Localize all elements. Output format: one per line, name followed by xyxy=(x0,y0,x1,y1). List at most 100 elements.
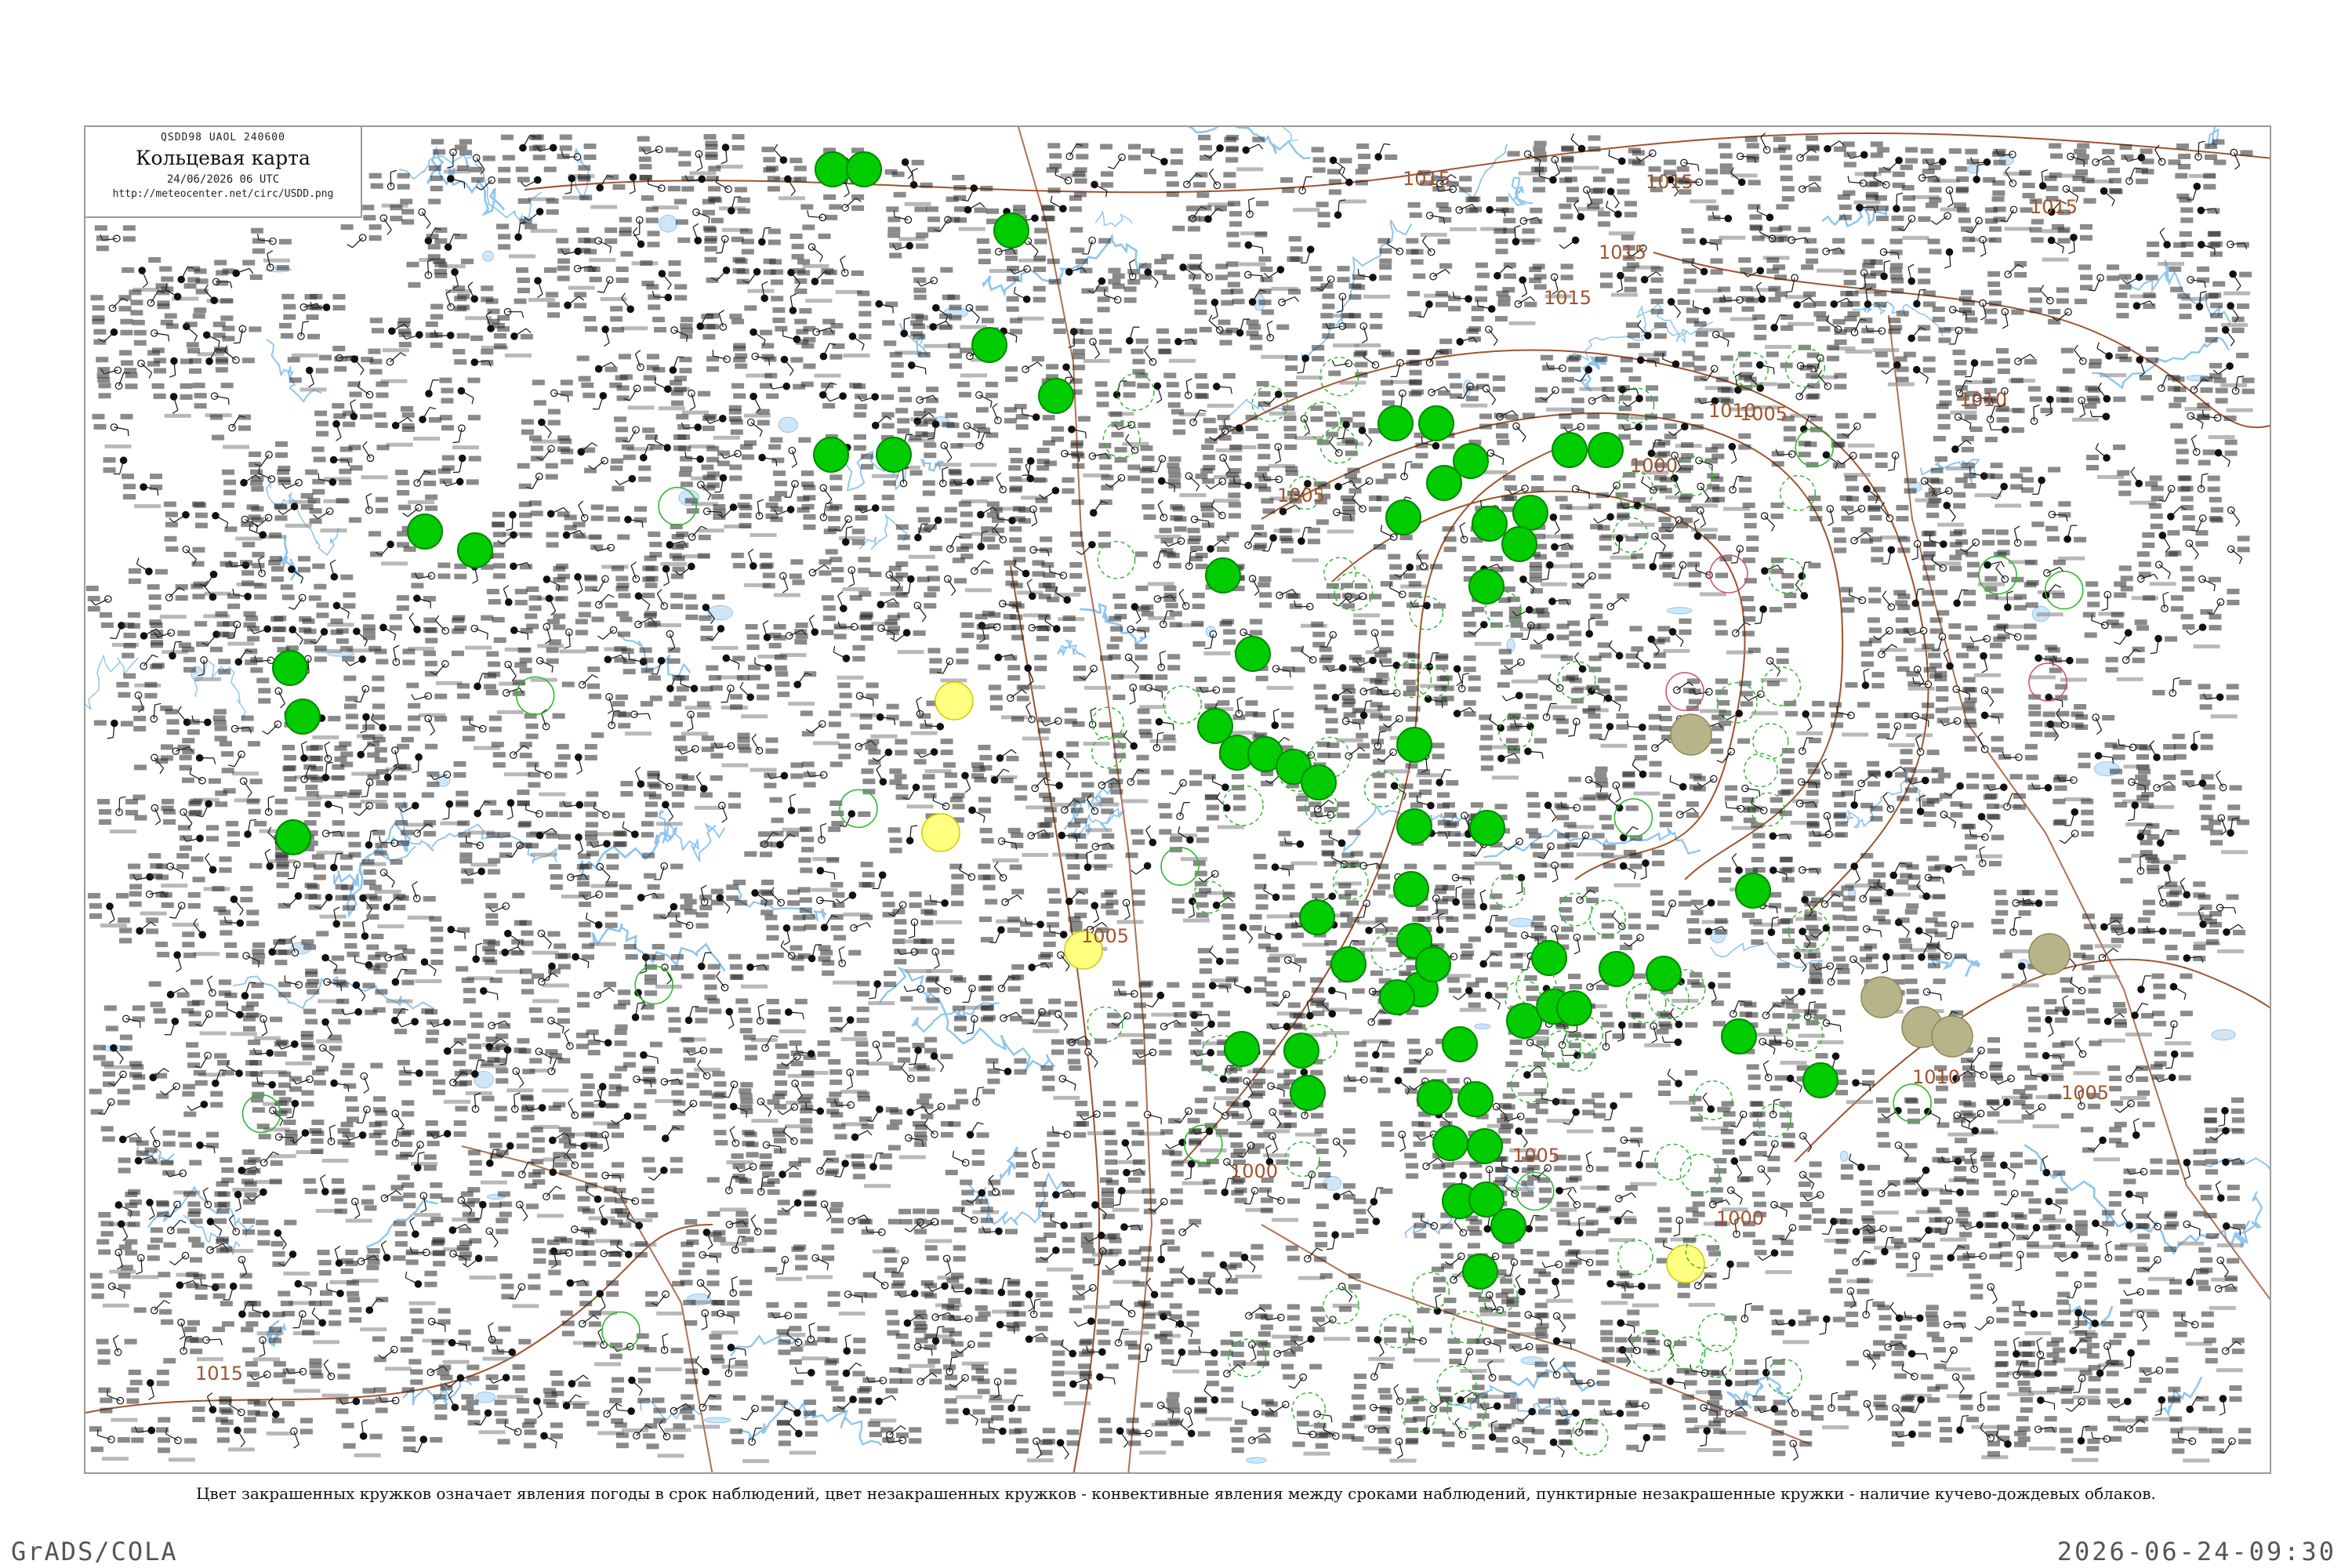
station-plot xyxy=(884,619,926,655)
station-plot xyxy=(1876,909,1918,938)
wind-barb-icon xyxy=(615,1116,628,1125)
station-plot xyxy=(2028,684,2068,710)
station-plot xyxy=(948,1121,989,1139)
cloud-cover-icon xyxy=(1053,625,1061,633)
station-plot xyxy=(241,521,282,548)
station-plot xyxy=(1501,207,1543,242)
cloud-cover-icon xyxy=(995,248,1003,256)
wind-barb-icon xyxy=(1618,538,1621,553)
station-plot xyxy=(1837,194,1878,220)
cloud-cover-icon xyxy=(1735,866,1743,874)
wind-barb-icon xyxy=(750,1218,759,1232)
cloud-cover-icon xyxy=(2131,1011,2139,1019)
station-plot xyxy=(775,325,816,343)
station-plot xyxy=(304,294,346,321)
station-plot xyxy=(362,1185,404,1211)
station-plot xyxy=(496,221,538,259)
wind-barb-icon xyxy=(1995,568,2005,580)
cloud-cover-icon xyxy=(1427,801,1435,810)
station-plot xyxy=(837,682,879,717)
station-plot xyxy=(1356,143,1398,170)
cloud-cover-icon xyxy=(1329,156,1338,165)
cloud-cover-icon xyxy=(2078,1050,2087,1058)
station-plot xyxy=(1353,1187,1393,1214)
wind-barb-icon xyxy=(2064,833,2076,844)
wind-barb-icon xyxy=(325,1022,333,1035)
cloud-cover-icon xyxy=(1521,485,1529,492)
station-plot xyxy=(1995,525,2037,564)
station-plot xyxy=(1876,1131,1918,1161)
station-plot xyxy=(1033,1236,1075,1272)
station-plot xyxy=(1954,528,1995,555)
station-plot xyxy=(1226,472,1268,499)
cloud-cover-icon xyxy=(1004,1067,1012,1076)
cloud-cover-icon xyxy=(724,185,732,194)
station-plot xyxy=(220,315,262,344)
station-plot xyxy=(919,1093,960,1120)
cloud-cover-icon xyxy=(1149,838,1157,847)
cloud-cover-icon xyxy=(625,1250,633,1258)
cloud-cover-icon xyxy=(658,184,666,192)
cloud-cover-icon xyxy=(1275,932,1283,941)
station-plot xyxy=(2081,1127,2122,1162)
station-plot xyxy=(578,593,618,618)
station-plot xyxy=(1380,1121,1406,1152)
cloud-cover-icon xyxy=(970,1216,978,1224)
wind-barb-icon xyxy=(2140,856,2142,871)
cloud-cover-icon xyxy=(265,451,273,459)
station-plot xyxy=(1228,197,1269,236)
cloud-cover-icon xyxy=(549,143,557,152)
wind-barb-icon xyxy=(582,674,593,685)
station-plot xyxy=(1706,205,1746,240)
station-plot xyxy=(1099,464,1141,491)
wind-barb-icon xyxy=(542,448,552,460)
station-plot xyxy=(924,889,964,924)
station-plot xyxy=(224,982,264,1018)
station-plot xyxy=(703,134,745,169)
cloud-cover-icon xyxy=(851,1133,859,1142)
station-plot xyxy=(526,761,568,797)
wind-barb-icon xyxy=(1515,426,1526,437)
station-plot xyxy=(1984,793,2026,819)
cloud-cover-icon xyxy=(1158,455,1167,463)
wind-barb-icon xyxy=(284,1254,293,1266)
station-plot xyxy=(1435,700,1476,717)
station-plot xyxy=(1926,477,1968,503)
station-plot xyxy=(2105,646,2145,681)
wind-barb-icon xyxy=(315,631,325,644)
lake xyxy=(2211,1029,2236,1041)
station-plot xyxy=(2209,817,2250,855)
cloud-cover-icon xyxy=(1860,151,1868,159)
station-plot xyxy=(1905,1098,1947,1125)
cloud-cover-icon xyxy=(117,1220,125,1229)
station-plot xyxy=(800,710,841,746)
station-plot xyxy=(745,619,786,659)
station-plot xyxy=(1319,829,1361,865)
station-plot xyxy=(2172,730,2213,760)
station-plot xyxy=(227,583,267,609)
cloud-cover-icon xyxy=(1098,277,1106,285)
wind-barb-icon xyxy=(1152,995,1161,1007)
cloud-cover-icon xyxy=(471,1070,479,1078)
cloud-cover-icon xyxy=(724,1186,733,1195)
cloud-cover-icon xyxy=(2067,152,2074,161)
station-plot xyxy=(1860,318,1901,353)
station-plot xyxy=(927,648,969,683)
station-plot xyxy=(2073,1210,2114,1236)
station-plot xyxy=(1004,560,1045,595)
wind-barb-icon xyxy=(824,915,833,928)
cloud-cover-icon xyxy=(1584,365,1593,374)
station-plot xyxy=(430,289,470,320)
cloud-cover-icon xyxy=(205,358,213,365)
station-plot xyxy=(577,982,617,1008)
station-plot xyxy=(1962,642,2003,677)
station-plot xyxy=(2060,1036,2102,1076)
station-plot xyxy=(311,446,353,481)
station-plot xyxy=(912,1119,953,1147)
cloud-cover-icon xyxy=(2003,803,2011,811)
station-plot xyxy=(1741,596,1783,625)
station-plot xyxy=(2112,739,2152,769)
cloud-cover-icon xyxy=(390,1016,399,1025)
station-plot xyxy=(517,198,559,233)
station-plot xyxy=(148,981,190,1007)
